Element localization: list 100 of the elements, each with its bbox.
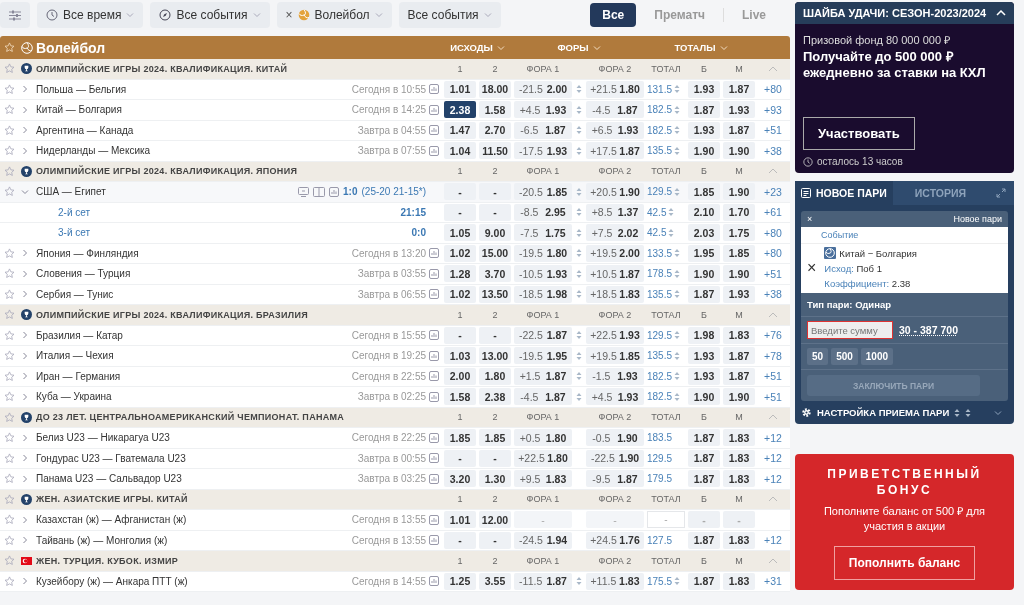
odds-button[interactable]: +9.5 1.83 bbox=[514, 470, 572, 488]
quick-amount-button[interactable]: 1000 bbox=[860, 348, 894, 365]
odds-button[interactable]: 1.85 bbox=[479, 429, 511, 447]
odds-button[interactable]: 1.87 bbox=[688, 572, 720, 590]
odds-button[interactable]: 1.30 bbox=[479, 470, 511, 488]
odds-button[interactable]: 1.87 bbox=[688, 449, 720, 467]
odds-button[interactable]: 3.70 bbox=[479, 265, 511, 283]
top-up-button[interactable]: Пополнить баланс bbox=[833, 546, 976, 580]
match-name[interactable]: Белиз U23 — Никарагуа U23 bbox=[36, 432, 349, 444]
odds-button[interactable]: 1.83 bbox=[723, 449, 755, 467]
star-icon[interactable] bbox=[4, 104, 15, 116]
odds-button[interactable]: 1.01 bbox=[444, 80, 476, 98]
odds-button[interactable]: 1.47 bbox=[444, 121, 476, 139]
odds-button[interactable]: 2.10 bbox=[688, 203, 720, 221]
match-name[interactable]: Сербия — Тунис bbox=[36, 288, 355, 300]
star-icon[interactable] bbox=[4, 63, 15, 75]
total-value[interactable]: 129.5 bbox=[647, 186, 685, 198]
more-markets-link[interactable]: +38 bbox=[758, 144, 788, 157]
chart-icon[interactable] bbox=[329, 186, 340, 197]
amount-range[interactable]: 30 - 387 700 bbox=[899, 324, 958, 336]
odds-button[interactable]: 1.87 bbox=[688, 101, 720, 119]
odds-button[interactable]: -10.5 1.93 bbox=[514, 265, 572, 283]
total-value[interactable]: 178.5 bbox=[647, 268, 685, 280]
league-title[interactable]: ДО 23 ЛЕТ. ЦЕНТРАЛЬНОАМЕРИКАНСКИЙ ЧЕМПИОНАТ. ПАНАМА bbox=[36, 412, 441, 423]
odds-button[interactable]: 2.38 bbox=[479, 388, 511, 406]
more-markets-link[interactable]: +61 bbox=[758, 206, 788, 219]
odds-button[interactable]: -24.5 1.94 bbox=[514, 531, 572, 549]
expand-icon[interactable] bbox=[996, 188, 1006, 198]
odds-button[interactable]: 1.58 bbox=[444, 388, 476, 406]
odds-button[interactable]: 2.03 bbox=[688, 224, 720, 242]
chevron-icon[interactable] bbox=[21, 392, 29, 401]
odds-button[interactable]: +22.5 1.93 bbox=[586, 326, 644, 344]
odds-button[interactable]: -22.5 1.90 bbox=[586, 449, 644, 467]
league-title[interactable]: ОЛИМПИЙСКИЕ ИГРЫ 2024. КВАЛИФИКАЦИЯ. БРАЗИЛИЯ bbox=[36, 309, 441, 320]
odds-button[interactable]: 1.83 bbox=[723, 326, 755, 344]
odds-button[interactable]: +17.5 1.87 bbox=[586, 142, 644, 160]
filter-dropdown[interactable]: × Волейбол bbox=[276, 2, 392, 28]
total-value[interactable]: 179.5 bbox=[647, 473, 685, 485]
chart-icon[interactable] bbox=[429, 104, 439, 115]
chevron-icon[interactable] bbox=[21, 105, 29, 114]
odds-button[interactable]: -19.5 1.95 bbox=[514, 347, 572, 365]
star-icon[interactable] bbox=[4, 473, 15, 485]
odds-button[interactable]: 1.90 bbox=[723, 388, 755, 406]
odds-button[interactable]: 1.85 bbox=[723, 244, 755, 262]
chevron-icon[interactable] bbox=[21, 351, 29, 360]
chart-icon[interactable] bbox=[429, 473, 439, 484]
odds-button[interactable]: - bbox=[444, 449, 476, 467]
more-markets-link[interactable]: +12 bbox=[758, 452, 788, 465]
star-icon[interactable] bbox=[4, 432, 15, 444]
odds-button[interactable]: +6.5 1.93 bbox=[586, 121, 644, 139]
league-title[interactable]: ОЛИМПИЙСКИЕ ИГРЫ 2024. КВАЛИФИКАЦИЯ. ЯПОНИЯ bbox=[36, 166, 441, 177]
total-value[interactable]: 131.5 bbox=[647, 83, 685, 95]
more-markets-link[interactable]: +12 bbox=[758, 472, 788, 485]
odds-button[interactable]: -4.5 1.87 bbox=[514, 388, 572, 406]
odds-button[interactable]: 1.70 bbox=[723, 203, 755, 221]
league-title[interactable]: ЖЕН. ТУРЦИЯ. КУБОК. ИЗМИР bbox=[36, 555, 441, 566]
odds-button[interactable]: 1.87 bbox=[688, 285, 720, 303]
odds-button[interactable]: - bbox=[444, 183, 476, 201]
odds-button[interactable]: 1.90 bbox=[688, 265, 720, 283]
odds-button[interactable]: 1.83 bbox=[723, 470, 755, 488]
odds-button[interactable]: - bbox=[479, 183, 511, 201]
match-name[interactable]: США — Египет bbox=[36, 186, 296, 198]
odds-button[interactable]: -9.5 1.87 bbox=[586, 470, 644, 488]
odds-button[interactable]: -0.5 1.90 bbox=[586, 429, 644, 447]
star-icon[interactable] bbox=[4, 83, 15, 95]
close-button[interactable]: × bbox=[807, 214, 813, 224]
league-title[interactable]: ЖЕН. АЗИАТСКИЕ ИГРЫ. КИТАЙ bbox=[36, 494, 441, 505]
match-name[interactable]: Япония — Финляндия bbox=[36, 247, 349, 259]
set-name[interactable]: 3-й сет bbox=[36, 227, 409, 239]
total-value[interactable]: 183.5 bbox=[647, 432, 685, 444]
total-value[interactable]: 127.5 bbox=[647, 534, 685, 546]
odds-button[interactable]: 1.90 bbox=[723, 142, 755, 160]
scoreboard-icon[interactable] bbox=[298, 186, 310, 197]
star-icon[interactable] bbox=[4, 268, 15, 280]
total-value[interactable]: 175.5 bbox=[647, 575, 685, 587]
odds-button[interactable]: -7.5 1.75 bbox=[514, 224, 572, 242]
odds-button[interactable]: 1.01 bbox=[444, 511, 476, 529]
chevron-icon[interactable] bbox=[21, 474, 29, 483]
odds-button[interactable]: 1.04 bbox=[444, 142, 476, 160]
odds-button[interactable]: 1.02 bbox=[444, 244, 476, 262]
odds-button[interactable]: 1.05 bbox=[444, 224, 476, 242]
chevron-icon[interactable] bbox=[21, 269, 29, 278]
chevron-icon[interactable] bbox=[21, 577, 29, 586]
odds-button[interactable]: +24.5 1.76 bbox=[586, 531, 644, 549]
chevron-icon[interactable] bbox=[21, 126, 29, 135]
match-name[interactable]: Италия — Чехия bbox=[36, 350, 349, 362]
odds-button[interactable]: 1.25 bbox=[444, 572, 476, 590]
chart-icon[interactable] bbox=[429, 535, 439, 546]
star-icon[interactable] bbox=[4, 165, 15, 177]
odds-button[interactable]: - bbox=[444, 203, 476, 221]
odds-button[interactable]: +0.5 1.80 bbox=[514, 429, 572, 447]
odds-button[interactable]: 1.87 bbox=[723, 80, 755, 98]
chevron-icon[interactable] bbox=[21, 331, 29, 340]
star-icon[interactable] bbox=[4, 288, 15, 300]
match-name[interactable]: Панама U23 — Сальвадор U23 bbox=[36, 473, 355, 485]
odds-button[interactable]: 1.85 bbox=[444, 429, 476, 447]
odds-button[interactable]: +4.5 1.93 bbox=[514, 101, 572, 119]
odds-button[interactable]: 1.90 bbox=[723, 265, 755, 283]
odds-button[interactable]: -1.5 1.93 bbox=[586, 367, 644, 385]
quick-amount-button[interactable]: 50 bbox=[807, 348, 829, 365]
